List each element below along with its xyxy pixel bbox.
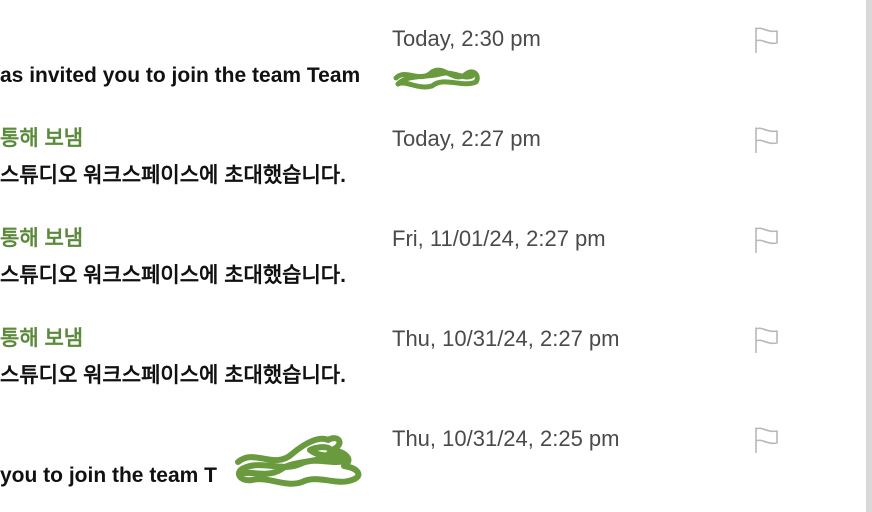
message-sender: 통해 보냄	[0, 327, 84, 350]
flag-icon[interactable]	[752, 125, 782, 155]
message-date: Today, 2:27 pm	[392, 126, 541, 151]
message-subject: you to join the team T	[0, 464, 218, 487]
message-row[interactable]: you to join the team T Thu, 10/31/24, 2:…	[0, 425, 866, 512]
message-date: Fri, 11/01/24, 2:27 pm	[392, 226, 606, 251]
message-date: Today, 2:30 pm	[392, 26, 541, 51]
message-subject: 스튜디오 워크스페이스에 초대했습니다.	[0, 364, 346, 387]
message-subject: 스튜디오 워크스페이스에 초대했습니다.	[0, 264, 346, 287]
flag-icon[interactable]	[752, 225, 782, 255]
flag-icon[interactable]	[752, 425, 782, 455]
message-row[interactable]: 통해 보냄 스튜디오 워크스페이스에 초대했습니다. Thu, 10/31/24…	[0, 325, 866, 425]
scrollbar-track[interactable]	[866, 0, 872, 512]
message-sender: 통해 보냄	[0, 127, 84, 150]
message-date: Thu, 10/31/24, 2:27 pm	[392, 326, 620, 351]
message-date: Thu, 10/31/24, 2:25 pm	[392, 426, 620, 451]
message-subject: 스튜디오 워크스페이스에 초대했습니다.	[0, 164, 346, 187]
message-sender: 통해 보냄	[0, 227, 84, 250]
message-row[interactable]: as invited you to join the team Team Tod…	[0, 25, 866, 125]
flag-icon[interactable]	[752, 25, 782, 55]
message-subject: as invited you to join the team Team	[0, 64, 361, 87]
message-list-page: as invited you to join the team Team Tod…	[0, 0, 872, 512]
message-row[interactable]: 통해 보냄 스튜디오 워크스페이스에 초대했습니다. Today, 2:27 p…	[0, 125, 866, 225]
message-row[interactable]: 통해 보냄 스튜디오 워크스페이스에 초대했습니다. Fri, 11/01/24…	[0, 225, 866, 325]
flag-icon[interactable]	[752, 325, 782, 355]
